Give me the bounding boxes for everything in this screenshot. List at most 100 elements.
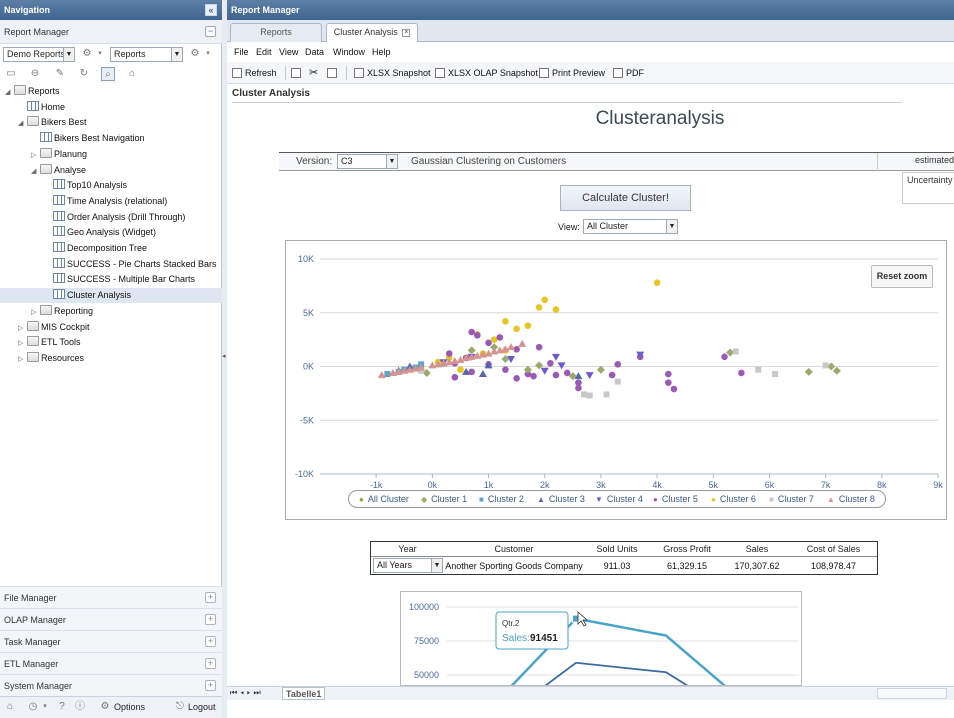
refresh-button[interactable]: Refresh [232,62,277,84]
tree-item[interactable]: ◢ Analyse [0,163,222,178]
sheet-navigation-arrows[interactable]: ⏮◂▸⏭ [230,688,264,698]
file-manager-section[interactable]: File Manager + [0,586,222,608]
tree-item[interactable]: Geo Analysis (Widget) [0,225,222,240]
expand-icon[interactable]: + [205,592,216,603]
olap-manager-section[interactable]: OLAP Manager + [0,608,222,630]
logout-link[interactable]: Logout [188,702,216,712]
options-icon[interactable]: ⚙ [98,700,112,714]
new-folder-icon[interactable]: ▭ [4,67,18,81]
chevron-down-icon[interactable]: ▾ [93,47,107,61]
tree-item[interactable]: ▷ MIS Cockpit [0,320,222,335]
xlsx-olap-snapshot-button[interactable]: XLSX OLAP Snapshot [435,62,538,84]
tree-item[interactable]: Order Analysis (Drill Through) [0,210,222,225]
tree-item[interactable]: ▷ ETL Tools [0,335,222,350]
tree-item[interactable]: SUCCESS - Multiple Bar Charts [0,272,222,287]
gear-icon[interactable]: ⚙ [80,47,94,61]
chevron-down-icon[interactable]: ▾ [38,700,52,714]
search-icon[interactable]: ⌕ [101,67,115,81]
line-chart-svg[interactable]: 100000 75000 50000 Qtr.2 Sales: 91451 [401,592,801,685]
expanded-icon[interactable]: ◢ [5,85,14,100]
tree-item[interactable]: ▷ Resources [0,351,222,366]
tree-item[interactable]: ◢ Reports [0,84,222,99]
expand-icon[interactable]: + [205,658,216,669]
view-select[interactable]: All Cluster ▼ [583,219,678,234]
expanded-icon[interactable]: ◢ [18,116,27,131]
menu-edit[interactable]: Edit [256,43,272,62]
tab-cluster-analysis[interactable]: Cluster Analysis × [326,23,418,42]
collapse-panel-icon[interactable]: « [205,4,217,16]
splitter-arrow-icon[interactable]: ◂ [222,352,226,360]
horizontal-scrollbar[interactable] [877,688,947,699]
close-icon[interactable]: × [402,29,411,37]
sheet-tab[interactable]: Tabelle1 [282,687,326,700]
legend-item[interactable]: ■ Cluster 2 [479,494,524,504]
repository-select[interactable]: Reports ▼ [110,47,183,62]
tree-item[interactable]: Home [0,100,222,115]
year-select[interactable]: All Years ▼ [373,558,443,573]
menu-view[interactable]: View [279,43,298,62]
tree-item[interactable]: ◢ Bikers Best [0,115,222,130]
tree-item[interactable]: Cluster Analysis [0,288,222,304]
expand-icon[interactable]: + [205,636,216,647]
gear-icon[interactable]: ⚙ [188,47,202,61]
scatter-plot-svg[interactable]: 10K 5K 0K -5K -10K -1k 0k 1k 2k 3k 4k 5k 6k 7k 8k 9k [286,241,946,519]
tooltip-value: 91451 [530,633,558,644]
xlsx-snapshot-button[interactable]: XLSX Snapshot [354,62,431,84]
tree-item[interactable]: Time Analysis (relational) [0,194,222,209]
menu-window[interactable]: Window [333,43,365,62]
expanded-icon[interactable]: ◢ [31,164,40,179]
legend-item[interactable]: ● All Cluster [359,494,409,504]
paste-button[interactable] [327,62,340,84]
folder-select[interactable]: Demo Reports ▼ [3,47,75,62]
legend-item[interactable]: ◆ Cluster 1 [421,494,467,504]
legend-item[interactable]: ▲ Cluster 8 [827,494,875,504]
refresh-icon[interactable]: ↻ [77,67,91,81]
collapsed-icon[interactable]: ▷ [31,148,40,163]
collapse-section-icon[interactable]: − [205,26,216,37]
table-header-cost-of-sales: Cost of Sales [806,544,861,554]
menu-file[interactable]: File [234,43,249,62]
system-manager-section[interactable]: System Manager + [0,674,222,696]
edit-icon[interactable]: ✎ [53,67,67,81]
tree-item[interactable]: ▷ Planung [0,147,222,162]
tree-item[interactable]: ▷ Reporting [0,304,222,319]
options-link[interactable]: Options [114,702,145,712]
expand-icon[interactable]: + [205,614,216,625]
expand-icon[interactable]: + [205,680,216,691]
info-icon[interactable]: ⓘ [73,700,87,714]
etl-manager-section[interactable]: ETL Manager + [0,652,222,674]
copy-button[interactable] [291,62,304,84]
collapsed-icon[interactable]: ▷ [18,336,27,351]
help-icon[interactable]: ? [55,700,69,714]
legend-item[interactable]: ▼ Cluster 4 [595,494,643,504]
tab-reports[interactable]: Reports [230,23,322,42]
calculate-cluster-button[interactable]: Calculate Cluster! [560,185,691,211]
collapsed-icon[interactable]: ▷ [18,321,27,336]
logout-icon[interactable]: ⎋ [173,700,187,714]
home-icon[interactable]: ⌂ [3,700,17,714]
collapsed-icon[interactable]: ▷ [31,305,40,320]
print-preview-button[interactable]: Print Preview [539,62,605,84]
legend-item[interactable]: ▲ Cluster 3 [537,494,585,504]
tree-item[interactable]: Bikers Best Navigation [0,131,222,146]
report-manager-section[interactable]: Report Manager − [0,20,222,44]
delete-icon[interactable]: ⊖ [28,67,42,81]
tree-item[interactable]: Decomposition Tree [0,241,222,256]
x-tick-label: 9k [933,480,943,490]
task-manager-section[interactable]: Task Manager + [0,630,222,652]
tree-item[interactable]: SUCCESS - Pie Charts Stacked Bars [0,257,222,272]
legend-item[interactable]: ■ Cluster 7 [769,494,814,504]
collapsed-icon[interactable]: ▷ [18,352,27,367]
legend-item[interactable]: ● Cluster 5 [653,494,698,504]
reset-zoom-button[interactable]: Reset zoom [871,265,933,288]
pdf-button[interactable]: PDF [613,62,644,84]
version-select[interactable]: C3 ▼ [337,154,398,169]
version-description: Gaussian Clustering on Customers [411,156,567,167]
menu-help[interactable]: Help [372,43,391,62]
legend-item[interactable]: ● Cluster 6 [711,494,756,504]
tree-item[interactable]: Top10 Analysis [0,178,222,193]
cut-button[interactable]: ✂ [309,62,318,84]
home-icon[interactable]: ⌂ [125,67,139,81]
chevron-down-icon[interactable]: ▾ [201,47,215,61]
menu-data[interactable]: Data [305,43,324,62]
